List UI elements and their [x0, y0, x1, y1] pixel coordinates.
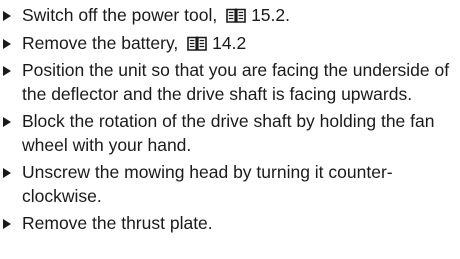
- step-text: Remove the thrust plate.: [22, 213, 213, 233]
- step-remove-battery: Remove the battery, 14.2: [0, 32, 460, 56]
- step-text: Block the rotation of the drive shaft by…: [22, 111, 435, 155]
- triangle-bullet-icon: [3, 117, 11, 127]
- step-switch-off: Switch off the power tool, 15.2.: [0, 4, 460, 28]
- step-text: Position the unit so that you are facing…: [22, 60, 450, 104]
- step-reference[interactable]: 15.2: [251, 5, 285, 25]
- book-icon: [226, 8, 246, 23]
- triangle-bullet-icon: [3, 38, 11, 49]
- step-remove-thrust-plate: Remove the thrust plate.: [0, 212, 460, 236]
- instruction-list: Switch off the power tool, 15.2. Remove …: [0, 4, 460, 240]
- triangle-bullet-icon: [3, 11, 11, 21]
- triangle-bullet-icon: [3, 168, 11, 178]
- triangle-bullet-icon: [3, 219, 11, 229]
- step-text: Remove the battery,: [22, 32, 184, 53]
- step-text-end: .: [285, 5, 290, 25]
- step-text: Unscrew the mowing head by turning it co…: [22, 162, 393, 206]
- step-reference[interactable]: 14.2: [212, 33, 246, 53]
- step-text: Switch off the power tool,: [22, 5, 223, 25]
- step-block-rotation: Block the rotation of the drive shaft by…: [0, 110, 460, 157]
- triangle-bullet-icon: [3, 66, 11, 76]
- step-position-unit: Position the unit so that you are facing…: [0, 59, 460, 106]
- step-unscrew-mowing-head: Unscrew the mowing head by turning it co…: [0, 161, 460, 208]
- book-icon: [187, 36, 207, 51]
